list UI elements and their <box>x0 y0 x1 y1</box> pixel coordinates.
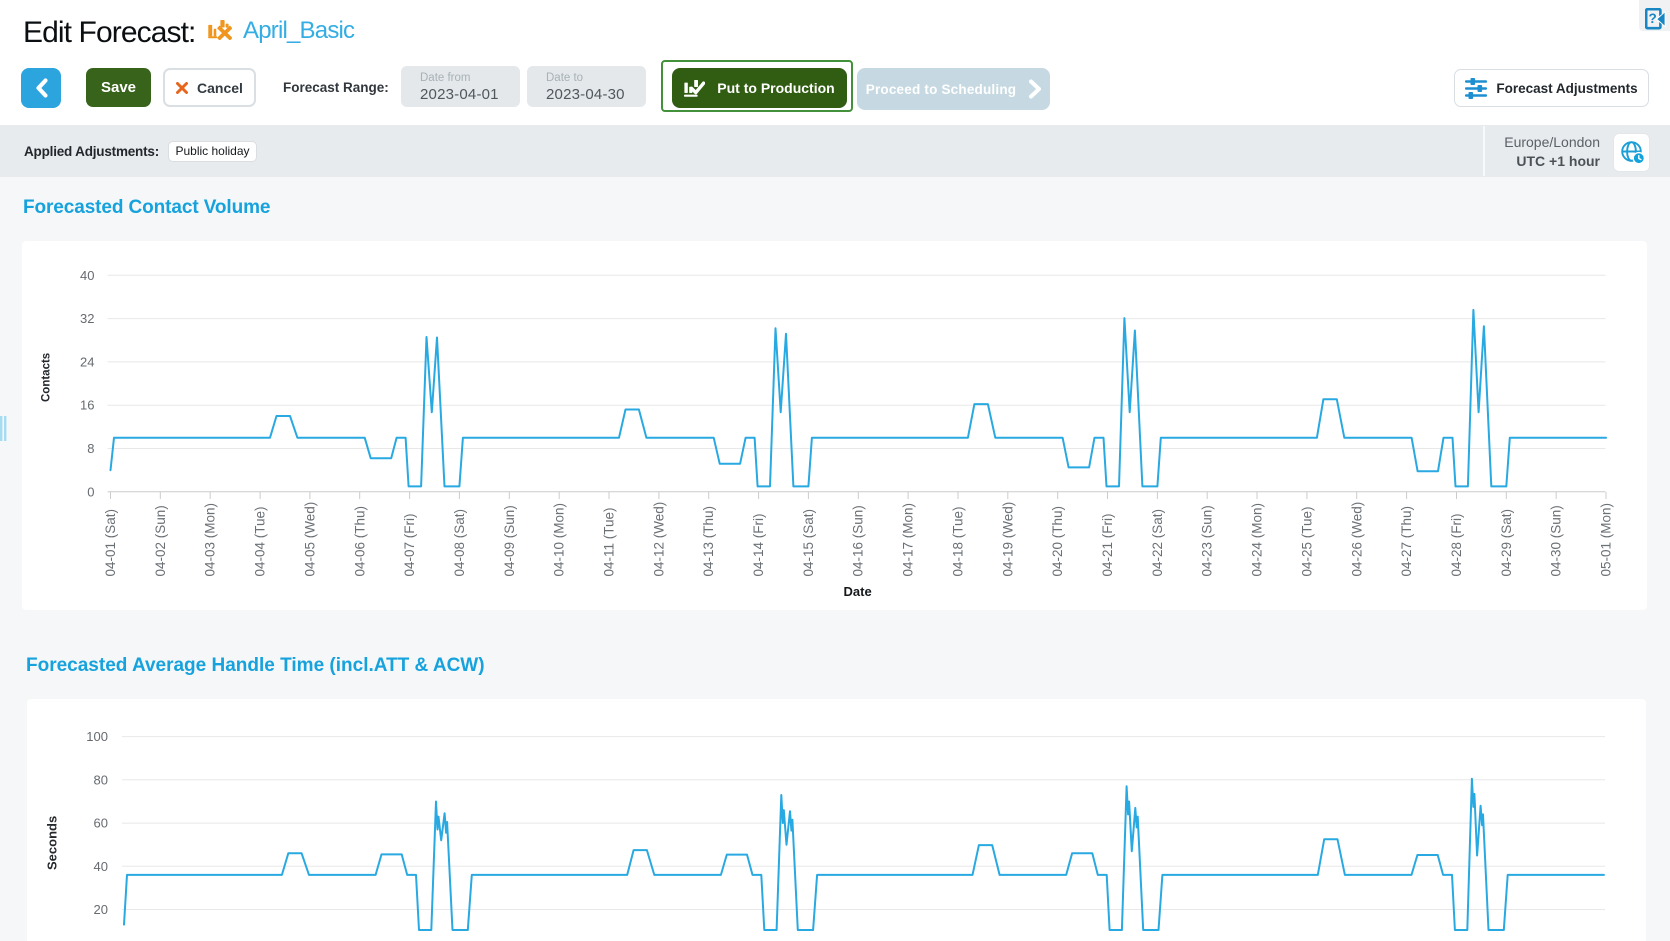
svg-text:?: ? <box>1648 11 1656 26</box>
svg-text:16: 16 <box>80 398 94 413</box>
svg-text:04-16 (Sun): 04-16 (Sun) <box>850 505 865 576</box>
svg-text:8: 8 <box>87 441 94 456</box>
svg-text:80: 80 <box>94 772 108 787</box>
svg-text:04-11 (Tue): 04-11 (Tue) <box>601 507 616 576</box>
svg-text:04-19 (Wed): 04-19 (Wed) <box>1000 502 1015 577</box>
svg-text:04-24 (Mon): 04-24 (Mon) <box>1249 503 1264 577</box>
svg-text:04-20 (Thu): 04-20 (Thu) <box>1050 506 1065 577</box>
svg-text:05-01 (Mon): 05-01 (Mon) <box>1598 503 1613 577</box>
svg-text:04-01 (Sat): 04-01 (Sat) <box>103 509 118 577</box>
svg-text:24: 24 <box>80 354 94 369</box>
svg-text:0: 0 <box>87 484 94 499</box>
svg-text:04-25 (Tue): 04-25 (Tue) <box>1299 506 1314 576</box>
svg-text:Seconds: Seconds <box>45 816 60 870</box>
svg-text:04-03 (Mon): 04-03 (Mon) <box>202 503 217 577</box>
svg-text:04-17 (Mon): 04-17 (Mon) <box>900 503 915 577</box>
svg-text:04-18 (Tue): 04-18 (Tue) <box>950 506 965 576</box>
svg-text:04-26 (Wed): 04-26 (Wed) <box>1349 502 1364 577</box>
svg-text:04-14 (Fri): 04-14 (Fri) <box>751 513 766 576</box>
svg-text:04-13 (Thu): 04-13 (Thu) <box>701 506 716 577</box>
svg-text:04-10 (Mon): 04-10 (Mon) <box>551 503 566 577</box>
svg-text:04-06 (Thu): 04-06 (Thu) <box>352 506 367 577</box>
svg-text:40: 40 <box>94 859 108 874</box>
svg-text:04-07 (Fri): 04-07 (Fri) <box>402 513 417 576</box>
svg-text:04-22 (Sat): 04-22 (Sat) <box>1149 509 1164 577</box>
svg-text:04-09 (Sun): 04-09 (Sun) <box>501 505 516 576</box>
svg-text:04-30 (Sun): 04-30 (Sun) <box>1548 505 1563 576</box>
svg-text:04-08 (Sat): 04-08 (Sat) <box>451 509 466 577</box>
svg-text:04-05 (Wed): 04-05 (Wed) <box>302 502 317 577</box>
svg-text:04-29 (Sat): 04-29 (Sat) <box>1498 509 1513 577</box>
svg-text:20: 20 <box>94 902 108 917</box>
svg-text:04-21 (Fri): 04-21 (Fri) <box>1100 513 1115 576</box>
svg-text:Contacts: Contacts <box>40 353 52 402</box>
svg-text:100: 100 <box>86 729 108 744</box>
svg-text:04-23 (Sun): 04-23 (Sun) <box>1199 505 1214 576</box>
svg-text:04-02 (Sun): 04-02 (Sun) <box>152 505 167 576</box>
svg-text:40: 40 <box>80 268 94 283</box>
svg-text:04-28 (Fri): 04-28 (Fri) <box>1449 513 1464 576</box>
svg-text:04-27 (Thu): 04-27 (Thu) <box>1399 506 1414 577</box>
svg-text:60: 60 <box>94 816 108 831</box>
svg-text:04-12 (Wed): 04-12 (Wed) <box>651 502 666 577</box>
svg-text:04-04 (Tue): 04-04 (Tue) <box>252 506 267 576</box>
svg-text:04-15 (Sat): 04-15 (Sat) <box>800 509 815 577</box>
svg-text:32: 32 <box>80 311 94 326</box>
svg-text:Date: Date <box>843 584 871 599</box>
